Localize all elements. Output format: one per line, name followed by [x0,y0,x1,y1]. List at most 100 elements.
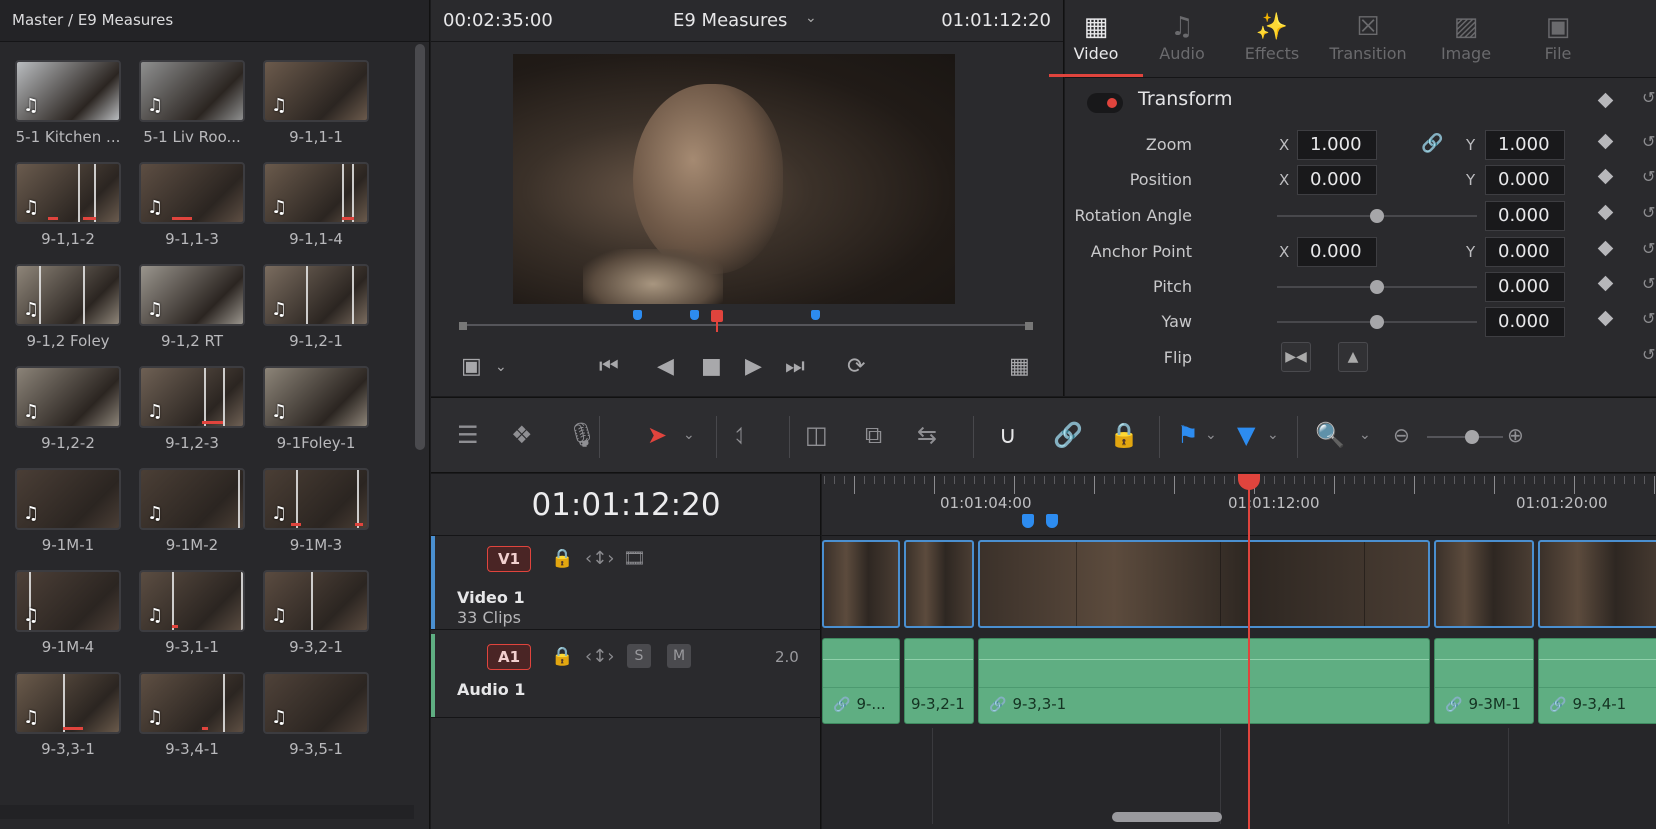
tab-video[interactable]: ▦ Video [1049,10,1143,77]
rotation-field[interactable]: 0.000 [1485,201,1565,231]
solo-button[interactable]: S [627,644,651,668]
jump-end-icon[interactable]: ⏭ [785,354,805,380]
media-clip[interactable]: ♫ 9-1,2 RT [134,256,250,356]
a1-badge[interactable]: A1 [487,644,531,670]
slider-knob[interactable] [1370,315,1384,329]
media-clip[interactable]: ♫ 5-1 Liv Roo... [134,52,250,152]
match-frame-icon[interactable]: ▦ [1009,354,1030,380]
media-clip[interactable]: ♫ 9-1,2-3 [134,358,250,458]
media-clip[interactable]: ♫ 9-3,3-1 [10,664,126,764]
timeline-options-icon[interactable]: ☰ [457,420,479,450]
media-clip[interactable]: ♫ 9-1,1-3 [134,154,250,254]
transform-overlay-icon[interactable]: ▣ [461,354,482,380]
media-clip[interactable]: ♫ 9-1,1-2 [10,154,126,254]
chevron-down-icon[interactable]: ⌄ [683,420,695,450]
media-clip[interactable]: ♫ 9-1,1-4 [258,154,374,254]
position-y-field[interactable]: 0.000 [1485,165,1565,195]
mute-button[interactable]: M [667,644,691,668]
video-clip[interactable] [904,540,974,628]
flip-vertical-icon[interactable]: ▲ [1338,342,1368,372]
keyframe-icon[interactable] [1597,133,1614,150]
media-clip[interactable]: ♫ 9-3,5-1 [258,664,374,764]
timeline-marker[interactable] [1022,514,1034,528]
clip-thumbnail[interactable]: ♫ [139,264,245,326]
blade-tool-icon[interactable]: ⥑ [735,420,746,450]
reset-icon[interactable]: ↺ [1642,309,1655,328]
microphone-icon[interactable]: 🎙 [567,420,597,450]
clip-thumbnail[interactable]: ♫ [139,162,245,224]
tab-effects[interactable]: ✨ Effects [1225,10,1319,63]
keyframe-icon[interactable] [1597,168,1614,185]
chevron-down-icon[interactable]: ⌄ [495,354,507,380]
pitch-slider[interactable] [1277,280,1477,294]
chevron-down-icon[interactable]: ⌄ [1267,420,1279,450]
media-clip[interactable]: ♫ 9-1M-3 [258,460,374,560]
clip-thumbnail[interactable]: ♫ [15,366,121,428]
breadcrumb[interactable]: Master / E9 Measures [0,0,429,42]
timeline-playhead[interactable] [1238,474,1260,829]
clip-thumbnail[interactable]: ♫ [263,162,369,224]
scrub-marker[interactable] [810,310,820,320]
zoom-y-field[interactable]: 1.000 [1485,130,1565,160]
selection-pointer-icon[interactable]: ➤ [647,420,667,450]
clip-thumbnail[interactable]: ♫ [15,672,121,734]
media-clip[interactable]: ♫ 9-3,4-1 [134,664,250,764]
video-clip[interactable] [822,540,900,628]
reset-icon[interactable]: ↺ [1642,239,1655,258]
out-point-icon[interactable] [1025,322,1033,330]
clip-thumbnail[interactable]: ♫ [139,570,245,632]
media-clip[interactable]: ♫ 9-1,1-1 [258,52,374,152]
scrub-marker[interactable] [690,310,700,320]
tab-image[interactable]: ▨ Image [1419,10,1513,63]
audio-clip[interactable]: 🔗 9-3M-1 [1434,638,1534,724]
section-title[interactable]: Transform [1138,88,1233,110]
audio-clip[interactable]: 9-3,2-1 [904,638,974,724]
lock-icon[interactable]: 🔒 [551,646,573,667]
media-clip[interactable]: ♫ 5-1 Kitchen ... [10,52,126,152]
v1-badge[interactable]: V1 [487,546,531,572]
audio-clip[interactable]: 🔗 9-3,4-1 [1538,638,1656,724]
video-track-header[interactable]: V1 🔒 ‹↕› 🎞 Video 1 33 Clips [431,536,821,630]
insert-clip-icon[interactable]: ◫ [805,420,828,450]
keyframe-icon[interactable] [1597,240,1614,257]
snapping-icon[interactable]: ∪ [999,420,1017,450]
media-clip[interactable]: ♫ 9-1M-4 [10,562,126,662]
film-icon[interactable]: 🎞 [623,548,646,569]
chevron-down-icon[interactable]: ⌄ [1205,420,1217,450]
media-clip[interactable]: ♫ 9-1M-2 [134,460,250,560]
link-icon[interactable]: 🔗 [1053,420,1083,450]
chevron-down-icon[interactable]: ⌄ [805,10,817,26]
yaw-field[interactable]: 0.000 [1485,307,1565,337]
overwrite-clip-icon[interactable]: ⧉ [865,420,882,450]
clip-thumbnail[interactable]: ♫ [263,264,369,326]
clip-thumbnail[interactable]: ♫ [15,162,121,224]
transform-toggle[interactable] [1087,93,1123,113]
jump-start-icon[interactable]: ⏮ [599,354,619,380]
viewer-scrubber[interactable] [459,310,1033,332]
zoom-x-field[interactable]: 1.000 [1297,130,1377,160]
tab-file[interactable]: ▣ File [1511,10,1605,63]
loop-icon[interactable]: ⟳ [847,354,865,380]
keyframe-icon[interactable] [1597,92,1614,109]
media-clip[interactable]: ♫ 9-1,2-2 [10,358,126,458]
reset-icon[interactable]: ↺ [1642,132,1655,151]
clip-thumbnail[interactable]: ♫ [15,60,121,122]
zoom-out-icon[interactable]: ⊖ [1393,420,1410,450]
reset-icon[interactable]: ↺ [1642,167,1655,186]
slider-knob[interactable] [1370,280,1384,294]
overlay-edit-icon[interactable]: ❖ [511,420,533,450]
clip-thumbnail[interactable]: ♫ [139,60,245,122]
zoom-slider[interactable] [1427,430,1503,444]
anchor-y-field[interactable]: 0.000 [1485,237,1565,267]
stop-icon[interactable]: ■ [701,354,722,380]
play-icon[interactable]: ▶ [745,354,762,380]
clip-thumbnail[interactable]: ♫ [263,366,369,428]
clip-thumbnail[interactable]: ♫ [15,570,121,632]
media-clip[interactable]: ♫ 9-1,2 Foley [10,256,126,356]
clip-thumbnail[interactable]: ♫ [263,570,369,632]
clip-thumbnail[interactable]: ♫ [139,672,245,734]
media-clip[interactable]: ♫ 9-3,2-1 [258,562,374,662]
audio-clip[interactable]: 🔗 9-... [822,638,900,724]
pitch-field[interactable]: 0.000 [1485,272,1565,302]
clip-thumbnail[interactable]: ♫ [15,264,121,326]
